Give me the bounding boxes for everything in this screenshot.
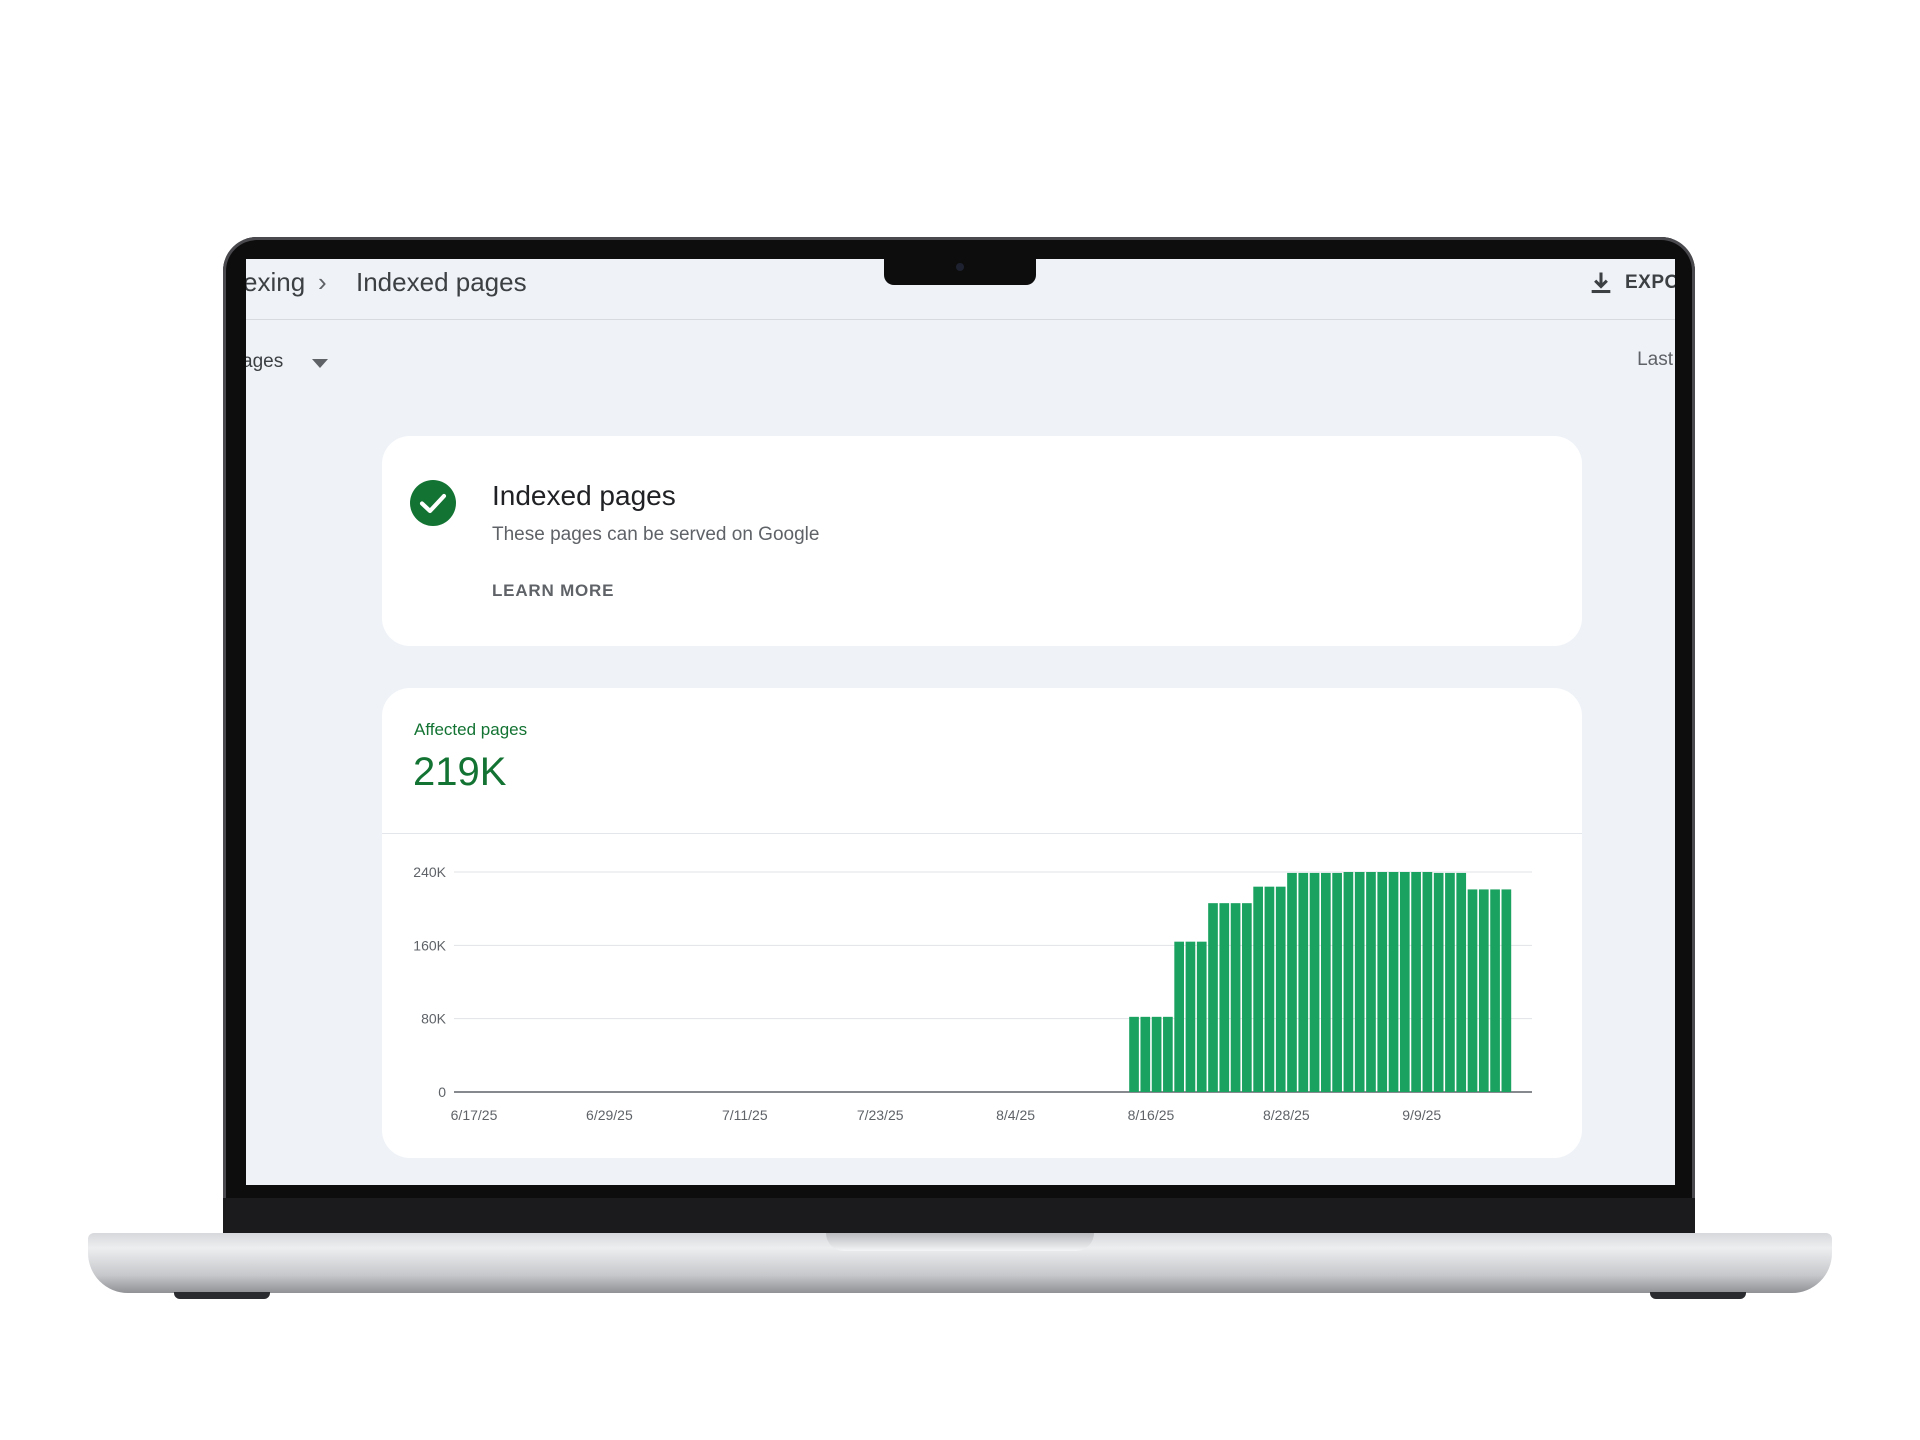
- chart-bar: [1208, 903, 1218, 1092]
- y-tick-label: 240K: [413, 864, 446, 880]
- status-subtitle: These pages can be served on Google: [492, 524, 820, 545]
- chart-bar: [1501, 889, 1512, 1092]
- check-circle-icon: [410, 480, 456, 526]
- chart-bar: [1343, 872, 1354, 1092]
- laptop-screen: exing › Indexed pages EXPO ages Last Ind…: [246, 259, 1675, 1185]
- breadcrumb-parent[interactable]: exing: [246, 267, 305, 298]
- chart-bar: [1287, 872, 1297, 1092]
- chart-bar: [1275, 886, 1286, 1092]
- chart-bar: [1219, 903, 1230, 1092]
- chart-bar: [1185, 941, 1196, 1092]
- chart-bar: [1129, 1016, 1139, 1092]
- chart-bar: [1163, 1016, 1173, 1092]
- laptop-foot-left: [174, 1292, 270, 1299]
- chart-bar: [1377, 872, 1388, 1092]
- chart-card: Affected pages 219K 240K 160K 80K 0 6/17/25 6…: [382, 688, 1582, 1158]
- chart-bar: [1478, 889, 1489, 1092]
- y-tick-label: 80K: [421, 1011, 447, 1027]
- x-tick-label: 8/16/25: [1128, 1107, 1175, 1123]
- chart-bar: [1332, 872, 1342, 1092]
- metric-value: 219K: [413, 750, 507, 794]
- chart-bar: [1388, 872, 1399, 1092]
- status-title: Indexed pages: [492, 480, 676, 511]
- chart-bar: [1151, 1016, 1162, 1092]
- status-card: Indexed pages These pages can be served …: [382, 436, 1582, 646]
- chart-bar: [1467, 889, 1478, 1092]
- chart-bar: [1366, 872, 1376, 1092]
- breadcrumb-separator-icon: ›: [318, 267, 327, 297]
- export-button[interactable]: EXPO: [1587, 263, 1675, 303]
- date-range-selector[interactable]: Last: [1637, 349, 1673, 371]
- affected-pages-chart: 240K 160K 80K 0 6/17/25 6/29/25 7/11/25 7/23/25…: [413, 864, 1532, 1123]
- chart-bar: [1354, 872, 1365, 1092]
- dropdown-caret-icon[interactable]: [312, 359, 328, 369]
- chart-bar: [1411, 872, 1421, 1092]
- learn-more-link[interactable]: LEARN MORE: [492, 581, 614, 601]
- x-tick-label: 7/11/25: [722, 1107, 768, 1123]
- chart-bar: [1253, 886, 1263, 1092]
- chart-bar: [1140, 1016, 1151, 1092]
- laptop-foot-right: [1650, 1292, 1746, 1299]
- metric-label: Affected pages: [414, 720, 528, 739]
- x-tick-label: 6/17/25: [451, 1107, 498, 1123]
- x-tick-label: 7/23/25: [857, 1107, 904, 1123]
- chart-bar: [1230, 903, 1241, 1092]
- x-tick-label: 8/28/25: [1263, 1107, 1310, 1123]
- x-tick-label: 8/4/25: [996, 1107, 1035, 1123]
- chart-bar: [1399, 872, 1410, 1092]
- chart-bar: [1456, 872, 1467, 1092]
- download-icon: [1591, 272, 1611, 294]
- camera-icon: [956, 263, 964, 271]
- chart-bar: [1264, 886, 1275, 1092]
- export-label: EXPO: [1625, 272, 1675, 293]
- chart-bar: [1490, 889, 1500, 1092]
- chart-bar: [1433, 872, 1444, 1092]
- filter-dropdown-label[interactable]: ages: [246, 351, 283, 373]
- chart-bar: [1298, 872, 1309, 1092]
- chart-bar: [1309, 872, 1320, 1092]
- chart-bar: [1445, 872, 1455, 1092]
- chart-bar: [1196, 941, 1207, 1092]
- x-tick-label: 9/9/25: [1402, 1107, 1441, 1123]
- page-title: Indexed pages: [356, 267, 527, 297]
- chart-bar: [1242, 903, 1252, 1092]
- chart-bar: [1422, 872, 1433, 1092]
- y-tick-label: 160K: [413, 937, 446, 953]
- x-tick-label: 6/29/25: [586, 1107, 633, 1123]
- chart-bar: [1320, 872, 1331, 1092]
- y-tick-label: 0: [438, 1084, 446, 1100]
- chart-bar: [1174, 941, 1185, 1092]
- laptop-opening-notch: [826, 1233, 1094, 1251]
